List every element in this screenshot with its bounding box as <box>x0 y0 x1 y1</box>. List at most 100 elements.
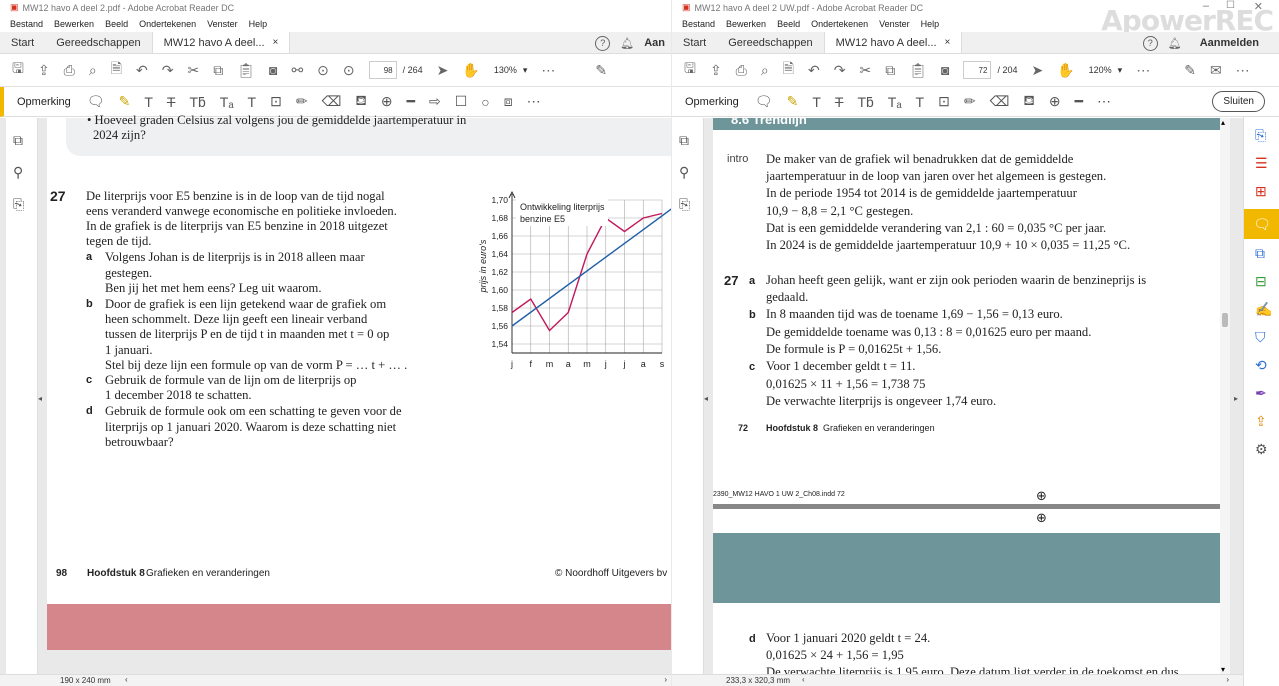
rectangle-icon[interactable]: ☐ <box>455 93 468 110</box>
sign-in-link[interactable]: Aanmelden <box>1200 37 1259 49</box>
signatures-icon[interactable]: ⎘ <box>13 196 24 213</box>
overflow-icon[interactable]: ⋯ <box>1236 62 1250 79</box>
add-text-icon[interactable]: T <box>916 94 925 110</box>
more-icon[interactable]: ⋯ <box>541 62 555 79</box>
menu-ondertekenen[interactable]: Ondertekenen <box>139 19 196 29</box>
add-text-icon[interactable]: T <box>248 94 257 110</box>
fill-sign-icon[interactable]: ✍ <box>1255 301 1272 318</box>
page-number-input[interactable]: 72 <box>963 61 992 79</box>
cut-icon[interactable]: ✂ <box>187 62 199 79</box>
more-icon[interactable]: ⋯ <box>1136 62 1150 79</box>
snapshot-icon[interactable]: ◙ <box>269 62 277 78</box>
document-area[interactable]: ⧉ ⚲ ⎘ ◂ 8.6 Trendlijn intro De maker van… <box>672 118 1243 686</box>
tab-tools[interactable]: Gereedschappen <box>717 32 823 53</box>
insert-text-icon[interactable]: Tₐ <box>220 94 234 110</box>
tab-tools[interactable]: Gereedschappen <box>45 32 151 53</box>
stamp-icon[interactable]: ⛾ <box>1023 92 1034 111</box>
copy-icon[interactable]: ⧉ <box>885 62 895 79</box>
redo-icon[interactable]: ↷ <box>834 62 846 79</box>
upload-icon[interactable]: ⇪ <box>710 62 722 79</box>
comment-tool-active[interactable]: 🗨︎ <box>1244 209 1279 239</box>
sticky-note-icon[interactable]: 🗨︎ <box>87 93 105 110</box>
create-pdf-icon[interactable]: ⊞ <box>1255 183 1267 200</box>
tab-document[interactable]: MW12 havo A deel... × <box>823 32 963 53</box>
file-icon[interactable]: 🗎 <box>111 58 122 82</box>
more-icon[interactable]: ⋯ <box>1097 93 1111 110</box>
paste-icon[interactable]: 📋︎ <box>237 62 255 79</box>
zoom-search-icon[interactable]: ⌕ <box>761 62 769 79</box>
eraser-icon[interactable]: ⌫ <box>990 93 1010 110</box>
print-icon[interactable]: ⎙ <box>736 62 747 79</box>
pages-icon[interactable]: ⧉ <box>13 132 23 149</box>
highlighter-icon[interactable]: ✎ <box>787 93 799 110</box>
page-number-input[interactable]: 98 <box>368 61 397 79</box>
shapes-icon[interactable]: ⧈ <box>504 93 513 110</box>
organize-pages-icon[interactable]: ☰ <box>1255 155 1268 172</box>
scroll-right-icon[interactable]: › <box>664 675 667 684</box>
highlighter-icon[interactable]: ✎ <box>119 93 131 110</box>
text-icon[interactable]: T <box>144 94 153 110</box>
more-tools-icon[interactable]: ⚙ <box>1255 441 1268 458</box>
hand-icon[interactable]: ✋ <box>1057 62 1074 79</box>
menu-bestand[interactable]: Bestand <box>10 19 43 29</box>
menu-beeld[interactable]: Beeld <box>105 19 128 29</box>
mail-icon[interactable]: ✉ <box>1210 62 1222 79</box>
save-icon[interactable]: 🖫 <box>684 58 696 82</box>
pages-icon[interactable]: ⧉ <box>679 132 689 149</box>
arrow-icon[interactable]: ⇨ <box>429 93 441 110</box>
strikethrough-icon[interactable]: T <box>835 94 844 110</box>
menu-bewerken[interactable]: Bewerken <box>726 19 766 29</box>
more-icon[interactable]: ⋯ <box>527 93 541 110</box>
close-comment-button[interactable]: Sluiten <box>1212 91 1265 112</box>
binoculars-icon[interactable]: ⚯ <box>291 62 303 79</box>
attach-icon[interactable]: ⊕ <box>1049 93 1061 110</box>
menu-ondertekenen[interactable]: Ondertekenen <box>811 19 868 29</box>
tab-start[interactable]: Start <box>0 32 45 53</box>
cut-icon[interactable]: ✂ <box>859 62 871 79</box>
help-icon[interactable]: ? <box>595 35 611 51</box>
paste-icon[interactable]: 📋︎ <box>909 62 927 79</box>
attachment-icon[interactable]: ⚲ <box>13 164 23 181</box>
eraser-icon[interactable]: ⌫ <box>322 93 342 110</box>
cursor-icon[interactable]: ➤ <box>437 62 449 79</box>
scroll-thumb[interactable] <box>1222 313 1228 327</box>
protect-icon[interactable]: ⛉ <box>1255 329 1266 346</box>
menu-help[interactable]: Help <box>921 19 940 29</box>
attach-icon[interactable]: ⊕ <box>381 93 393 110</box>
tab-document[interactable]: MW12 havo A deel... × <box>151 32 291 53</box>
textbox-icon[interactable]: ⊡ <box>270 93 282 110</box>
pencil-icon[interactable]: ✏ <box>296 93 308 110</box>
collapse-left-icon[interactable]: ◂ <box>38 394 42 403</box>
pencil-icon[interactable]: ✏ <box>964 93 976 110</box>
page-down-icon[interactable]: ⊙ <box>343 62 355 79</box>
combine-files-icon[interactable]: ⧉ <box>1255 245 1265 262</box>
save-icon[interactable]: 🖫 <box>12 58 24 82</box>
attachment-icon[interactable]: ⚲ <box>679 164 689 181</box>
close-tab-icon[interactable]: × <box>945 37 951 48</box>
menu-beeld[interactable]: Beeld <box>777 19 800 29</box>
zoom-chevron-icon[interactable]: ▾ <box>1118 65 1123 76</box>
send-file-icon[interactable]: ⇪ <box>1255 413 1267 430</box>
zoom-select[interactable]: 120% <box>1089 65 1112 75</box>
line-icon[interactable]: ━ <box>407 93 415 110</box>
menu-bewerken[interactable]: Bewerken <box>54 19 94 29</box>
replace-text-icon[interactable]: Tƃ <box>857 94 873 110</box>
replace-text-icon[interactable]: Tƃ <box>189 94 205 110</box>
sign-pen-icon[interactable]: ✒ <box>1255 385 1267 402</box>
help-icon[interactable]: ? <box>1142 35 1158 51</box>
menu-venster[interactable]: Venster <box>879 19 910 29</box>
sticky-note-icon[interactable]: 🗨︎ <box>755 93 773 110</box>
scroll-left-icon[interactable]: ‹ <box>802 675 805 684</box>
collapse-left-icon[interactable]: ◂ <box>704 394 708 403</box>
textbox-icon[interactable]: ⊡ <box>938 93 950 110</box>
scroll-down-icon[interactable]: ▾ <box>1221 665 1225 674</box>
sign-icon[interactable]: ✎ <box>595 62 607 79</box>
page-up-icon[interactable]: ⊙ <box>317 62 329 79</box>
redo-icon[interactable]: ↷ <box>162 62 174 79</box>
undo-icon[interactable]: ↶ <box>136 62 148 79</box>
cursor-icon[interactable]: ➤ <box>1031 62 1043 79</box>
hand-icon[interactable]: ✋ <box>462 62 479 79</box>
bell-icon[interactable]: 🔔︎ <box>620 37 634 50</box>
scroll-right-icon[interactable]: › <box>1226 675 1229 684</box>
tab-start[interactable]: Start <box>672 32 717 53</box>
